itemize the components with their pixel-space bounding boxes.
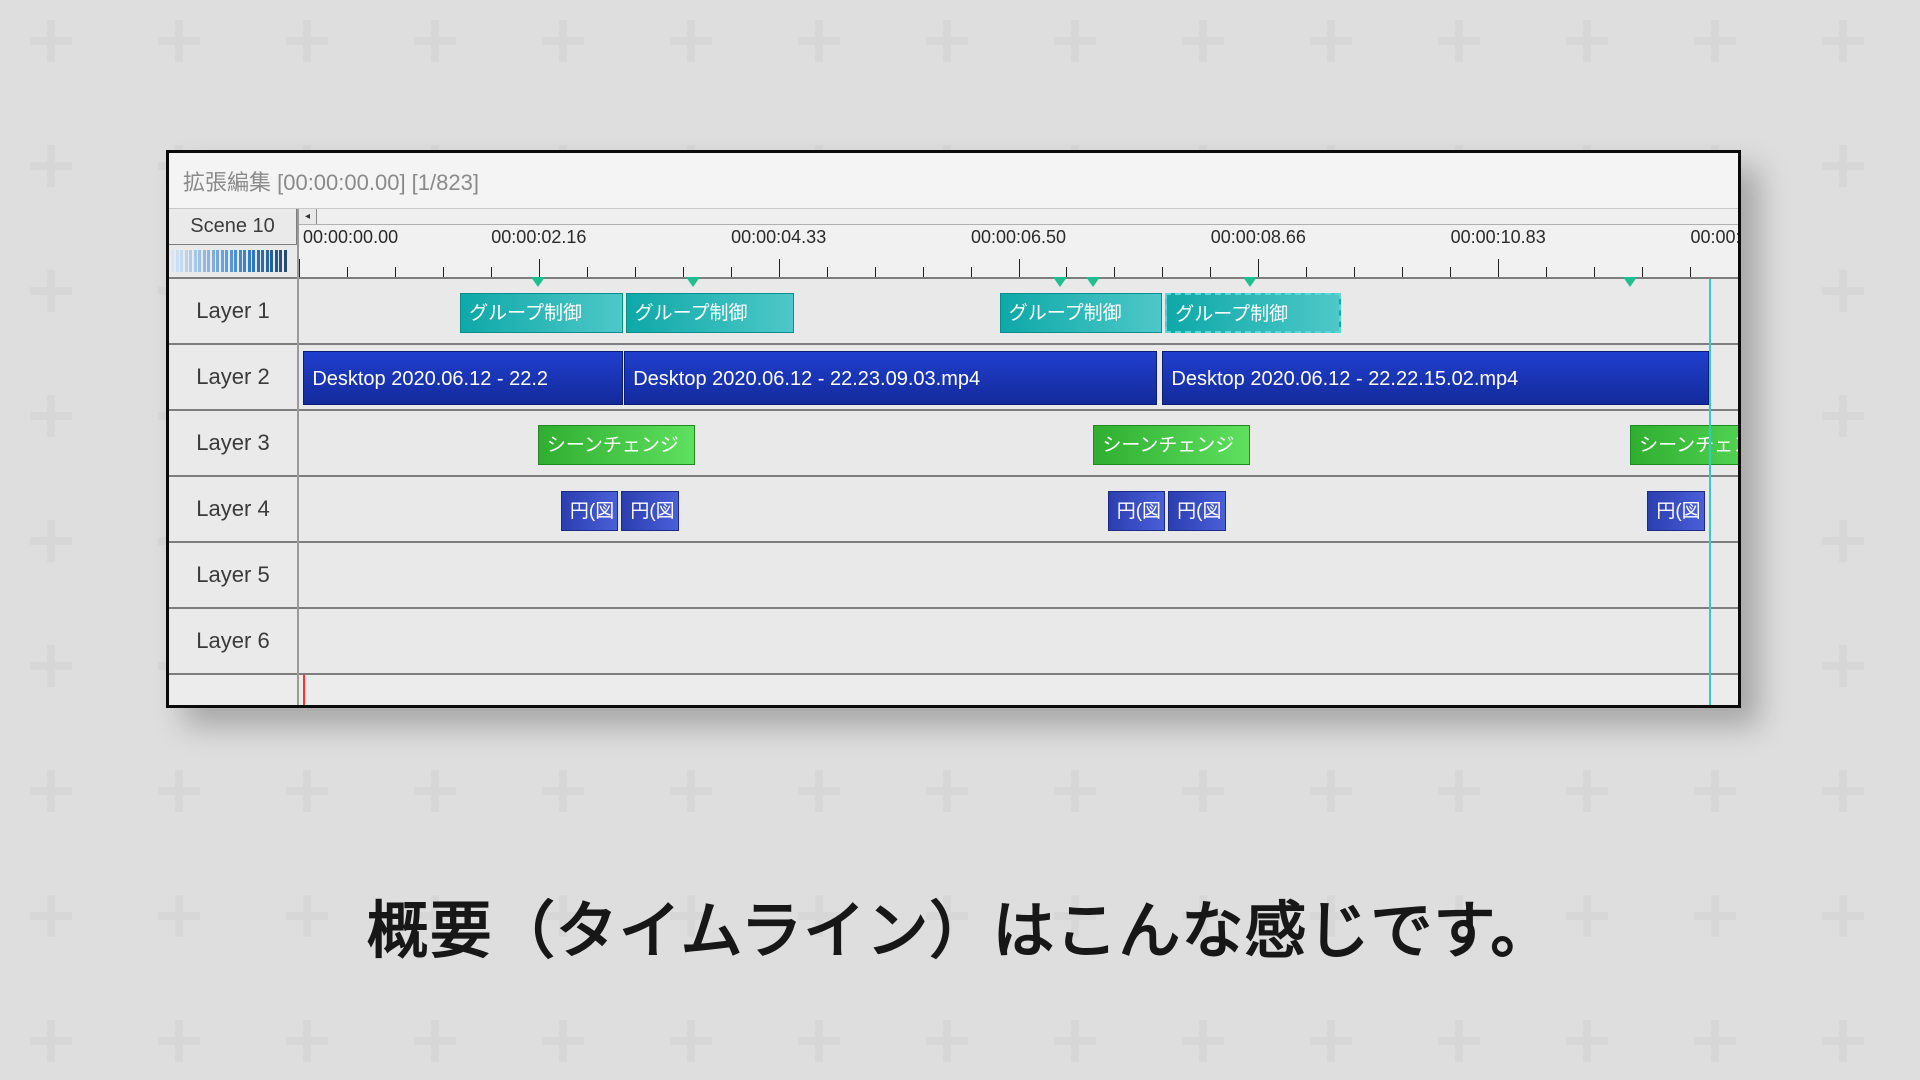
clip[interactable]: 円(図: [1168, 491, 1226, 531]
right-column: ◂ 00:00:00.0000:00:02.1600:00:04.3300:00…: [299, 209, 1738, 705]
h-scrollbar[interactable]: ◂: [299, 209, 1738, 225]
layer-track[interactable]: グループ制御グループ制御グループ制御グループ制御: [299, 279, 1738, 345]
layer-track[interactable]: 円(図円(図円(図円(図円(図: [299, 477, 1738, 543]
clip[interactable]: グループ制御: [1165, 293, 1341, 333]
timeline-window: 拡張編集 [00:00:00.00] [1/823] Scene 10 Laye…: [166, 150, 1741, 708]
marker-icon: [1623, 277, 1637, 287]
ruler-timecode: 00:00:10.83: [1451, 227, 1546, 248]
layer-track[interactable]: シーンチェンジ シーンチェンジ シーンチェンジ: [299, 411, 1738, 477]
ruler-timecode: 00:00:02.16: [491, 227, 586, 248]
layer-label[interactable]: Layer 1: [169, 279, 297, 345]
layer-track[interactable]: [299, 609, 1738, 675]
clip[interactable]: Desktop 2020.06.12 - 22.23.09.03.mp4: [624, 351, 1156, 405]
marker-icon: [1086, 277, 1100, 287]
layer-label[interactable]: Layer 3: [169, 411, 297, 477]
ruler-timecode: 00:00:13.00: [1690, 227, 1738, 248]
ruler-timecode: 00:00:00.00: [303, 227, 398, 248]
window-titlebar[interactable]: 拡張編集 [00:00:00.00] [1/823]: [169, 153, 1738, 209]
ruler-timecode: 00:00:08.66: [1211, 227, 1306, 248]
clip[interactable]: 円(図: [1108, 491, 1166, 531]
scroll-left-icon[interactable]: ◂: [299, 209, 317, 224]
clip[interactable]: Desktop 2020.06.12 - 22.2: [303, 351, 622, 405]
clip[interactable]: 円(図: [621, 491, 679, 531]
clip[interactable]: シーンチェンジ: [538, 425, 695, 465]
clip[interactable]: シーンチェンジ: [1093, 425, 1250, 465]
ruler-timecode: 00:00:04.33: [731, 227, 826, 248]
caption-text: 概要（タイムライン）はこんな感じです。: [0, 880, 1920, 970]
time-ruler[interactable]: 00:00:00.00 00:00:02.16 00:00:04.33 00:00:0…: [299, 225, 1738, 279]
scene-label: Scene 10: [190, 215, 275, 238]
clip[interactable]: グループ制御: [626, 293, 794, 333]
zoom-bar[interactable]: [171, 250, 295, 272]
clip[interactable]: 円(図: [561, 491, 619, 531]
layer-label[interactable]: Layer 6: [169, 609, 297, 675]
window-title: 拡張編集 [00:00:00.00] [1/823]: [183, 165, 479, 197]
clip[interactable]: グループ制御: [460, 293, 623, 333]
clip[interactable]: シーンチェンジ: [1630, 425, 1738, 465]
left-column: Scene 10 Layer 1Layer 2Layer 3Layer 4Lay…: [169, 209, 299, 705]
marker-icon: [1053, 277, 1067, 287]
layer-track[interactable]: Desktop 2020.06.12 - 22.2Desktop 2020.06…: [299, 345, 1738, 411]
clip[interactable]: グループ制御: [1000, 293, 1163, 333]
layer-track[interactable]: [299, 543, 1738, 609]
scene-selector[interactable]: Scene 10: [169, 209, 297, 245]
tracks-area: グループ制御グループ制御グループ制御グループ制御Desktop 2020.06.…: [299, 279, 1738, 705]
marker-icon: [686, 277, 700, 287]
clip[interactable]: Desktop 2020.06.12 - 22.22.15.02.mp4: [1162, 351, 1709, 405]
zoom-slider[interactable]: [169, 245, 297, 279]
marker-icon: [531, 277, 545, 287]
layer-label[interactable]: Layer 2: [169, 345, 297, 411]
layer-label[interactable]: Layer 5: [169, 543, 297, 609]
layer-label[interactable]: Layer 4: [169, 477, 297, 543]
marker-icon: [1243, 277, 1257, 287]
ruler-timecode: 00:00:06.50: [971, 227, 1066, 248]
clip[interactable]: 円(図: [1647, 491, 1705, 531]
